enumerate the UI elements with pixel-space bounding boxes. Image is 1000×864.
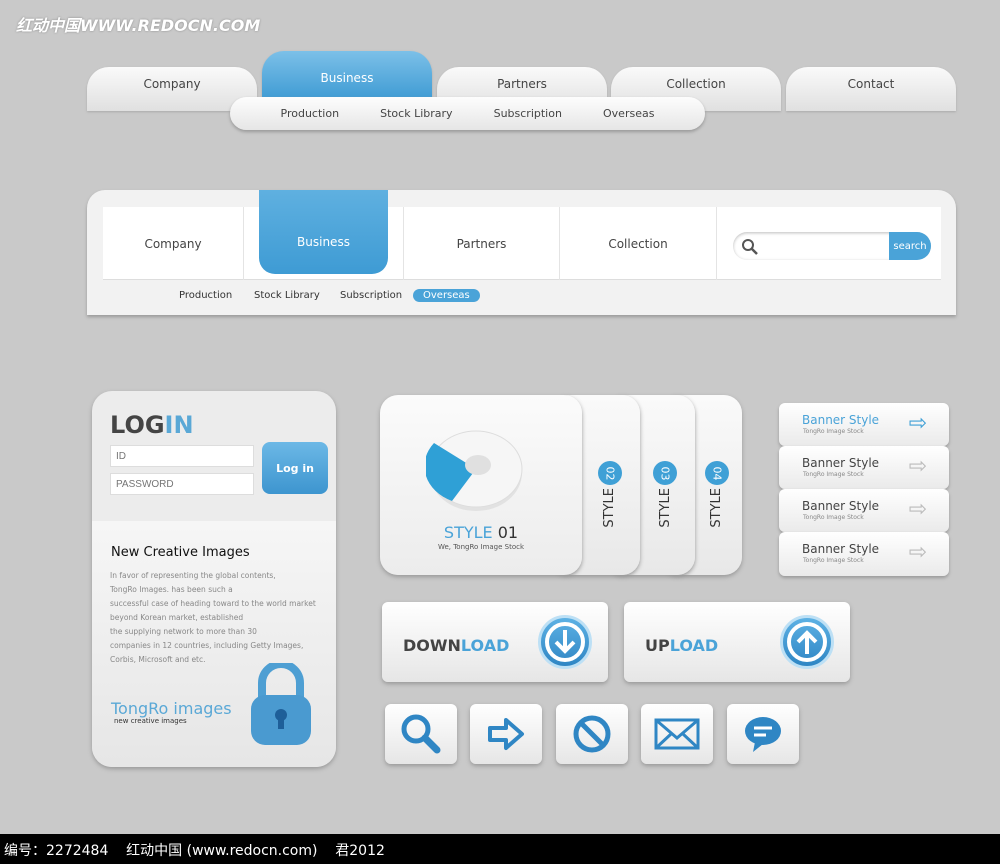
chat-icon bbox=[745, 717, 781, 752]
banner-item[interactable]: Banner Style TongRo Image Stock ⇨ bbox=[779, 532, 949, 576]
tab-business[interactable]: Business bbox=[262, 51, 432, 101]
style-01-title: STYLE 01 bbox=[443, 523, 519, 542]
chat-button[interactable] bbox=[727, 704, 799, 764]
login-heading: New Creative Images bbox=[111, 545, 250, 560]
banner-item[interactable]: Banner Style TongRo Image Stock ⇨ bbox=[779, 446, 949, 489]
style-label-04: STYLE bbox=[709, 488, 724, 528]
id-field[interactable] bbox=[110, 445, 254, 467]
download-button[interactable]: DOWNLOAD bbox=[382, 602, 608, 682]
arrow-right-icon bbox=[488, 718, 524, 750]
subnav-production[interactable]: Production bbox=[179, 290, 232, 301]
search-button[interactable] bbox=[385, 704, 457, 764]
tab-collection[interactable]: Collection bbox=[560, 207, 717, 280]
mail-icon bbox=[654, 718, 700, 750]
mail-button[interactable] bbox=[641, 704, 713, 764]
tab-partners[interactable]: Partners bbox=[403, 207, 560, 280]
subnav-subscription[interactable]: Subscription bbox=[494, 107, 562, 120]
arrow-right-icon: ⇨ bbox=[908, 540, 927, 565]
search-icon bbox=[401, 714, 441, 754]
subnav-stock-library[interactable]: Stock Library bbox=[380, 107, 452, 120]
subnav: Production Stock Library Subscription Ov… bbox=[230, 97, 705, 130]
subnav-subscription[interactable]: Subscription bbox=[340, 290, 402, 301]
style-label-02: STYLE bbox=[602, 488, 617, 528]
banner-item[interactable]: Banner Style TongRo Image Stock ⇨ bbox=[779, 403, 949, 446]
tab-company[interactable]: Company bbox=[103, 207, 244, 280]
nav-bar-2: Company Partners Collection Business sea… bbox=[87, 190, 956, 315]
prohibited-icon bbox=[573, 715, 611, 753]
login-body: In favor of representing the global cont… bbox=[110, 571, 316, 664]
search-button[interactable]: search bbox=[889, 232, 931, 260]
upload-button[interactable]: UPLOAD bbox=[624, 602, 850, 682]
style-num-04: 04 bbox=[705, 461, 729, 485]
login-title: LOGIN bbox=[110, 411, 194, 439]
block-button[interactable] bbox=[556, 704, 628, 764]
password-field[interactable] bbox=[110, 473, 254, 495]
download-label: DOWNLOAD bbox=[403, 636, 510, 655]
footer-bar: 编号：2272484 红动中国 (www.redocn.com) 君2012 bbox=[0, 834, 1000, 864]
tab-contact[interactable]: Contact bbox=[786, 67, 956, 111]
arrow-right-icon: ⇨ bbox=[908, 497, 927, 522]
style-num-03: 03 bbox=[653, 461, 677, 485]
style-num-02: 02 bbox=[598, 461, 622, 485]
search-icon bbox=[742, 239, 758, 255]
style-card-01[interactable]: STYLE 01 We, TongRo Image Stock bbox=[380, 395, 582, 575]
login-button[interactable]: Log in bbox=[262, 442, 328, 494]
style-label-03: STYLE bbox=[658, 488, 673, 528]
upload-label: UPLOAD bbox=[645, 636, 719, 655]
next-button[interactable] bbox=[470, 704, 542, 764]
subnav-overseas[interactable]: Overseas bbox=[413, 289, 480, 302]
style-01-sub: We, TongRo Image Stock bbox=[437, 543, 525, 551]
login-panel: LOGIN Log in New Creative Images In favo… bbox=[92, 391, 336, 767]
arrow-right-icon: ⇨ bbox=[908, 411, 927, 436]
brand-tagline: new creative images bbox=[114, 717, 187, 725]
subnav-overseas[interactable]: Overseas bbox=[603, 107, 654, 120]
subnav-production[interactable]: Production bbox=[281, 107, 340, 120]
search-box[interactable]: search bbox=[733, 232, 931, 260]
subnav-stock-library[interactable]: Stock Library bbox=[254, 290, 320, 301]
arrow-down-icon bbox=[538, 615, 592, 669]
arrow-up-icon bbox=[780, 615, 834, 669]
watermark: 红动中国WWW.REDOCN.COM bbox=[16, 16, 261, 35]
pie-chart-icon bbox=[426, 430, 523, 511]
tab-business[interactable]: Business bbox=[259, 190, 388, 274]
arrow-right-icon: ⇨ bbox=[908, 454, 927, 479]
banner-item[interactable]: Banner Style TongRo Image Stock ⇨ bbox=[779, 489, 949, 532]
lock-icon bbox=[251, 663, 311, 745]
search-input[interactable] bbox=[761, 236, 881, 256]
brand-logo: TongRo images bbox=[111, 699, 232, 718]
